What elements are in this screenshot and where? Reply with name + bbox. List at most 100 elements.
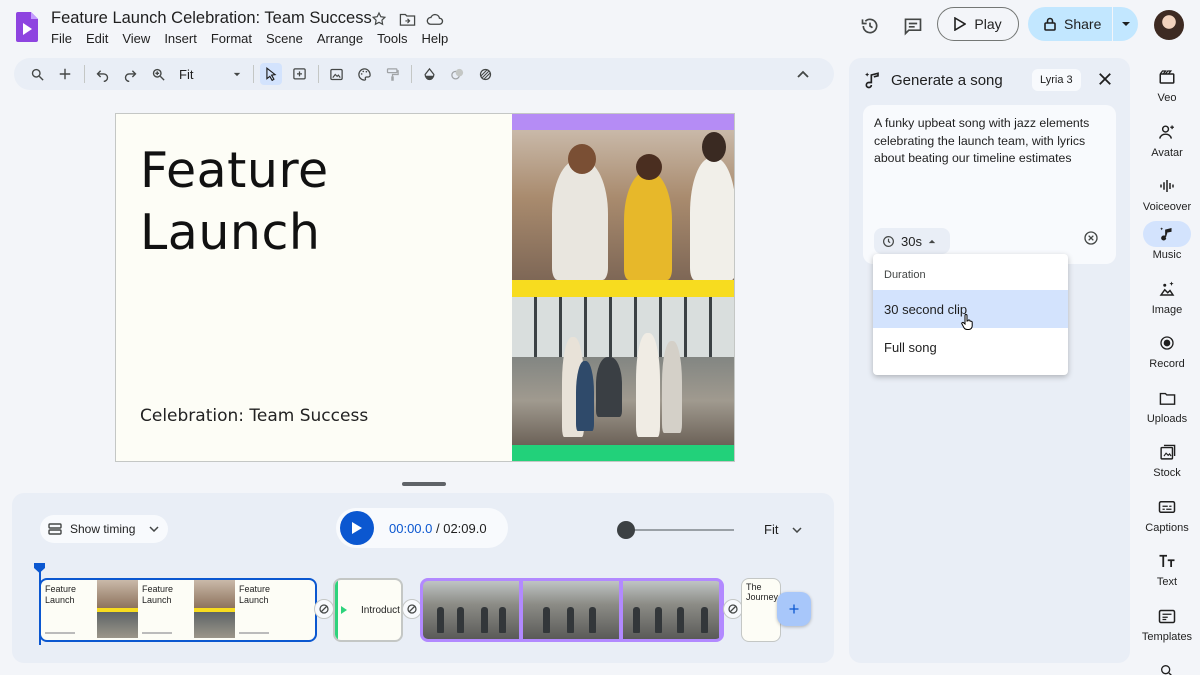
photo-collage[interactable]: [512, 114, 734, 461]
uploads-icon: [1143, 385, 1191, 411]
timeline-play-button[interactable]: [340, 511, 374, 545]
share-main[interactable]: Share: [1028, 7, 1112, 41]
add-scene-button[interactable]: [777, 592, 811, 626]
team-photo-2[interactable]: [512, 297, 734, 445]
strip-middle: [512, 280, 734, 297]
timeline-zoom-slider-thumb[interactable]: [617, 521, 635, 539]
current-time: 00:00.0: [389, 521, 433, 536]
menu-format[interactable]: Format: [211, 31, 252, 46]
play-button[interactable]: Play: [937, 7, 1019, 41]
rail-item-uploads[interactable]: Uploads: [1138, 385, 1196, 425]
timeline-fit-select[interactable]: Fit: [764, 522, 802, 537]
vids-logo-icon[interactable]: [16, 12, 38, 42]
rail-item-templates[interactable]: Templates: [1138, 603, 1196, 643]
team-photo-1[interactable]: [512, 130, 734, 280]
move-folder-icon[interactable]: [398, 10, 416, 28]
text-box-icon[interactable]: [288, 63, 310, 85]
add-icon[interactable]: [54, 63, 76, 85]
rail-item-veo[interactable]: Veo: [1138, 64, 1196, 104]
menu-file[interactable]: File: [51, 31, 72, 46]
transition-icon[interactable]: [723, 599, 743, 619]
menu-arrange[interactable]: Arrange: [317, 31, 363, 46]
time-readout: 00:00.0 / 02:09.0: [389, 521, 487, 536]
scene-clip-feature-launch[interactable]: Feature Launch Feature Launch Feature Launc…: [39, 578, 317, 642]
color-palette-icon[interactable]: [353, 63, 375, 85]
comments-icon[interactable]: [901, 14, 925, 38]
duration-value: 30s: [901, 233, 922, 249]
clip-thumbnail: Feature Launch: [41, 580, 97, 640]
menu-edit[interactable]: Edit: [86, 31, 108, 46]
menu-help[interactable]: Help: [421, 31, 448, 46]
clip-label: Introduct: [361, 604, 400, 616]
show-timing-label: Show timing: [70, 522, 136, 536]
scene-clip-the-journey[interactable]: The Journey: [741, 578, 781, 642]
slide-title[interactable]: Feature Launch: [140, 140, 329, 264]
music-icon: [1143, 221, 1191, 247]
rail-item-avatar[interactable]: Avatar: [1138, 119, 1196, 159]
scene-clip-video[interactable]: [420, 578, 724, 642]
rail-item-record[interactable]: Record: [1138, 330, 1196, 370]
menu-scene[interactable]: Scene: [266, 31, 303, 46]
transition-icon[interactable]: [402, 599, 422, 619]
search-menus-icon[interactable]: [26, 63, 48, 85]
music-sparkle-icon: [865, 72, 879, 89]
panel-title: Generate a song: [891, 72, 1003, 89]
user-avatar[interactable]: [1154, 10, 1184, 40]
menu-view[interactable]: View: [122, 31, 150, 46]
version-history-icon[interactable]: [858, 14, 882, 38]
show-timing-toggle[interactable]: Show timing: [40, 515, 168, 543]
voiceover-icon: [1143, 173, 1191, 199]
rail-item-captions[interactable]: Captions: [1138, 494, 1196, 534]
toolbar-divider: [318, 65, 319, 83]
share-options-dropdown[interactable]: [1113, 21, 1138, 27]
share-button-label: Share: [1064, 16, 1102, 32]
transition-icon[interactable]: [314, 599, 334, 619]
rail-item-more[interactable]: [1138, 658, 1196, 675]
star-icon[interactable]: [370, 10, 388, 28]
menu-bar: File Edit View Insert Format Scene Arran…: [51, 31, 462, 46]
rail-item-image[interactable]: Image: [1138, 276, 1196, 316]
timeline-zoom-slider[interactable]: [626, 529, 734, 531]
zoom-icon[interactable]: [147, 63, 169, 85]
cloud-saved-icon[interactable]: [426, 10, 444, 28]
app-header: Feature Launch Celebration: Team Success…: [0, 0, 1200, 56]
clip-thumbnail-photo: [97, 580, 138, 640]
paint-format-icon[interactable]: [381, 63, 403, 85]
strip-bottom: [512, 445, 734, 461]
select-cursor-icon[interactable]: [260, 63, 282, 85]
rail-item-voiceover[interactable]: Voiceover: [1138, 173, 1196, 213]
effects-icon[interactable]: [446, 63, 468, 85]
collapse-toolbar-icon[interactable]: [792, 63, 814, 85]
slide-subtitle[interactable]: Celebration: Team Success: [140, 406, 368, 426]
redo-icon[interactable]: [119, 63, 141, 85]
zoom-select[interactable]: Fit: [175, 67, 241, 82]
insert-image-icon[interactable]: [325, 63, 347, 85]
model-badge: Lyria 3: [1032, 69, 1081, 91]
scene-clip-introduction[interactable]: Introduct: [333, 578, 403, 642]
clip-accent-bar: [335, 580, 338, 640]
scene-canvas[interactable]: Feature Launch Celebration: Team Success: [115, 113, 735, 462]
rail-item-text[interactable]: Text: [1138, 548, 1196, 588]
document-title[interactable]: Feature Launch Celebration: Team Success: [51, 9, 372, 28]
chevron-down-icon: [1121, 22, 1130, 26]
toolbar-divider: [84, 65, 85, 83]
rail-item-music[interactable]: Music: [1138, 221, 1196, 261]
editor-toolbar: Fit: [14, 58, 834, 90]
share-button[interactable]: Share: [1028, 7, 1138, 41]
resize-handle[interactable]: [402, 482, 446, 486]
menu-tools[interactable]: Tools: [377, 31, 407, 46]
clear-prompt-icon[interactable]: [1083, 230, 1099, 246]
close-icon[interactable]: [1096, 70, 1114, 88]
undo-icon[interactable]: [91, 63, 113, 85]
fill-color-icon[interactable]: [418, 63, 440, 85]
play-icon: [352, 522, 362, 534]
option-full-song[interactable]: Full song: [873, 328, 1068, 366]
song-prompt-input[interactable]: A funky upbeat song with jazz elements c…: [874, 115, 1110, 168]
rail-item-stock[interactable]: Stock: [1138, 439, 1196, 479]
option-30-second-clip[interactable]: 30 second clip: [873, 290, 1068, 330]
duration-select[interactable]: 30s: [874, 228, 950, 254]
menu-insert[interactable]: Insert: [164, 31, 197, 46]
dropdown-header: Duration: [884, 269, 926, 281]
transition-icon[interactable]: [474, 63, 496, 85]
video-frame: [623, 581, 719, 639]
